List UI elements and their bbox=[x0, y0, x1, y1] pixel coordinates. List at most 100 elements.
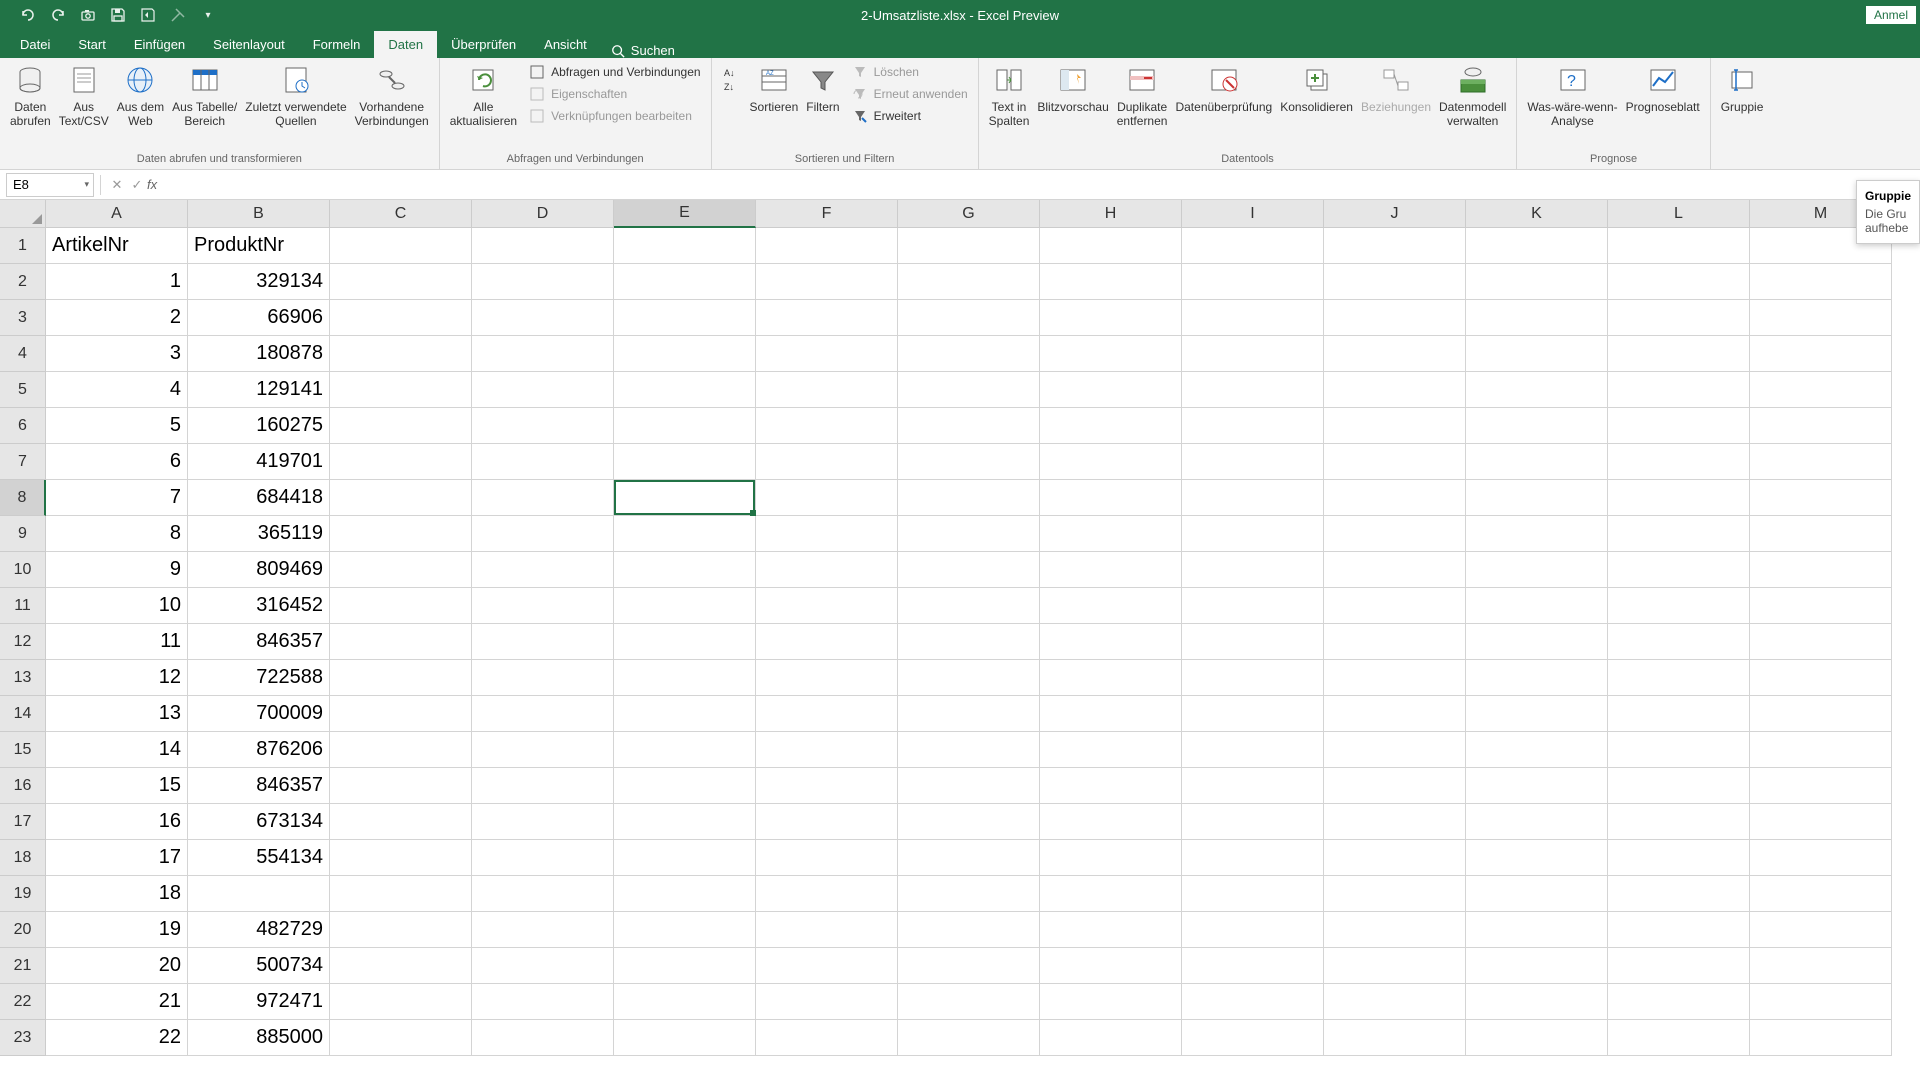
cell-C7[interactable] bbox=[330, 444, 472, 480]
cell-M10[interactable] bbox=[1750, 552, 1892, 588]
cell-H15[interactable] bbox=[1040, 732, 1182, 768]
cell-H22[interactable] bbox=[1040, 984, 1182, 1020]
cell-J6[interactable] bbox=[1324, 408, 1466, 444]
cell-D13[interactable] bbox=[472, 660, 614, 696]
cell-D22[interactable] bbox=[472, 984, 614, 1020]
cell-H7[interactable] bbox=[1040, 444, 1182, 480]
cell-A18[interactable]: 17 bbox=[46, 840, 188, 876]
cell-M15[interactable] bbox=[1750, 732, 1892, 768]
cell-H18[interactable] bbox=[1040, 840, 1182, 876]
cell-A1[interactable]: ArtikelNr bbox=[46, 228, 188, 264]
cell-L2[interactable] bbox=[1608, 264, 1750, 300]
cell-L6[interactable] bbox=[1608, 408, 1750, 444]
cell-A10[interactable]: 9 bbox=[46, 552, 188, 588]
cell-E16[interactable] bbox=[614, 768, 756, 804]
cell-H6[interactable] bbox=[1040, 408, 1182, 444]
cell-K16[interactable] bbox=[1466, 768, 1608, 804]
cell-E8[interactable] bbox=[614, 480, 756, 516]
cell-L19[interactable] bbox=[1608, 876, 1750, 912]
row-header[interactable]: 14 bbox=[0, 696, 46, 732]
cell-G2[interactable] bbox=[898, 264, 1040, 300]
row-header[interactable]: 18 bbox=[0, 840, 46, 876]
cell-K13[interactable] bbox=[1466, 660, 1608, 696]
cell-F18[interactable] bbox=[756, 840, 898, 876]
row-header[interactable]: 19 bbox=[0, 876, 46, 912]
cell-B4[interactable]: 180878 bbox=[188, 336, 330, 372]
cell-B6[interactable]: 160275 bbox=[188, 408, 330, 444]
cell-E15[interactable] bbox=[614, 732, 756, 768]
cell-K14[interactable] bbox=[1466, 696, 1608, 732]
cell-I16[interactable] bbox=[1182, 768, 1324, 804]
row-header[interactable]: 2 bbox=[0, 264, 46, 300]
cell-H9[interactable] bbox=[1040, 516, 1182, 552]
cell-G22[interactable] bbox=[898, 984, 1040, 1020]
cell-C11[interactable] bbox=[330, 588, 472, 624]
cell-A7[interactable]: 6 bbox=[46, 444, 188, 480]
cell-C23[interactable] bbox=[330, 1020, 472, 1056]
cell-M2[interactable] bbox=[1750, 264, 1892, 300]
cell-F3[interactable] bbox=[756, 300, 898, 336]
cell-C19[interactable] bbox=[330, 876, 472, 912]
cell-H11[interactable] bbox=[1040, 588, 1182, 624]
ribbon-btn[interactable]: Aus dem Web bbox=[113, 62, 168, 131]
cell-D15[interactable] bbox=[472, 732, 614, 768]
redo-icon[interactable] bbox=[50, 7, 66, 23]
cell-H19[interactable] bbox=[1040, 876, 1182, 912]
camera-icon[interactable] bbox=[80, 7, 96, 23]
ribbon-btn[interactable]: Text in Spalten bbox=[985, 62, 1034, 131]
cell-M3[interactable] bbox=[1750, 300, 1892, 336]
cell-B11[interactable]: 316452 bbox=[188, 588, 330, 624]
cell-B7[interactable]: 419701 bbox=[188, 444, 330, 480]
cell-G4[interactable] bbox=[898, 336, 1040, 372]
cell-F6[interactable] bbox=[756, 408, 898, 444]
cell-C22[interactable] bbox=[330, 984, 472, 1020]
cell-B14[interactable]: 700009 bbox=[188, 696, 330, 732]
cell-F21[interactable] bbox=[756, 948, 898, 984]
cell-H5[interactable] bbox=[1040, 372, 1182, 408]
cell-J11[interactable] bbox=[1324, 588, 1466, 624]
cell-C10[interactable] bbox=[330, 552, 472, 588]
cell-K22[interactable] bbox=[1466, 984, 1608, 1020]
cell-C9[interactable] bbox=[330, 516, 472, 552]
cell-G21[interactable] bbox=[898, 948, 1040, 984]
cell-J9[interactable] bbox=[1324, 516, 1466, 552]
cell-D3[interactable] bbox=[472, 300, 614, 336]
cell-K9[interactable] bbox=[1466, 516, 1608, 552]
cell-A12[interactable]: 11 bbox=[46, 624, 188, 660]
cell-G17[interactable] bbox=[898, 804, 1040, 840]
cell-J15[interactable] bbox=[1324, 732, 1466, 768]
cell-J23[interactable] bbox=[1324, 1020, 1466, 1056]
cell-D10[interactable] bbox=[472, 552, 614, 588]
cell-F15[interactable] bbox=[756, 732, 898, 768]
cell-A9[interactable]: 8 bbox=[46, 516, 188, 552]
cell-K21[interactable] bbox=[1466, 948, 1608, 984]
cell-E21[interactable] bbox=[614, 948, 756, 984]
enter-icon[interactable]: ✓ bbox=[127, 177, 147, 193]
cell-J8[interactable] bbox=[1324, 480, 1466, 516]
cell-G5[interactable] bbox=[898, 372, 1040, 408]
name-box[interactable]: E8 bbox=[6, 173, 94, 197]
cell-H20[interactable] bbox=[1040, 912, 1182, 948]
cell-M20[interactable] bbox=[1750, 912, 1892, 948]
cell-I19[interactable] bbox=[1182, 876, 1324, 912]
cell-E10[interactable] bbox=[614, 552, 756, 588]
cell-L23[interactable] bbox=[1608, 1020, 1750, 1056]
row-header[interactable]: 15 bbox=[0, 732, 46, 768]
cell-K2[interactable] bbox=[1466, 264, 1608, 300]
cell-A23[interactable]: 22 bbox=[46, 1020, 188, 1056]
column-header-J[interactable]: J bbox=[1324, 200, 1466, 228]
cell-H14[interactable] bbox=[1040, 696, 1182, 732]
cell-K1[interactable] bbox=[1466, 228, 1608, 264]
row-header[interactable]: 12 bbox=[0, 624, 46, 660]
cell-I6[interactable] bbox=[1182, 408, 1324, 444]
row-header[interactable]: 21 bbox=[0, 948, 46, 984]
cell-C21[interactable] bbox=[330, 948, 472, 984]
cell-J22[interactable] bbox=[1324, 984, 1466, 1020]
cell-G19[interactable] bbox=[898, 876, 1040, 912]
column-header-I[interactable]: I bbox=[1182, 200, 1324, 228]
cell-D12[interactable] bbox=[472, 624, 614, 660]
cell-L5[interactable] bbox=[1608, 372, 1750, 408]
cell-G1[interactable] bbox=[898, 228, 1040, 264]
ribbon-tab-datei[interactable]: Datei bbox=[6, 31, 64, 58]
cell-A8[interactable]: 7 bbox=[46, 480, 188, 516]
